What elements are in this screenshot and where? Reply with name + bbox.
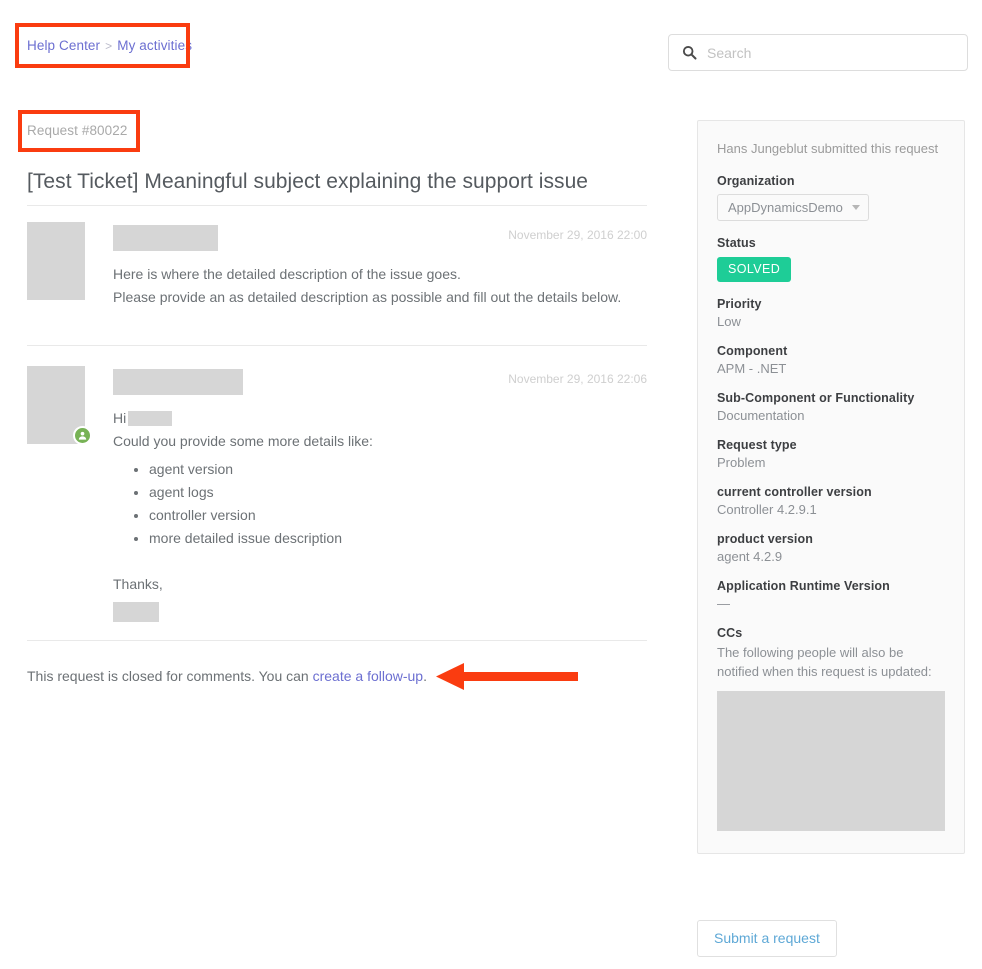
field-label: Organization [717, 174, 795, 188]
submitter-line: Hans Jungeblut submitted this request [717, 141, 939, 156]
request-page: Help Center > My activities Request #80022… [0, 0, 982, 969]
field-organization: Organization AppDynamicsDemo [717, 174, 945, 221]
search-icon [682, 45, 697, 60]
field-ccs: CCs The following people will also be no… [717, 626, 945, 831]
list-item: agent version [149, 458, 647, 481]
detail-request-list: agent version agent logs controller vers… [113, 458, 647, 550]
field-sub-component: Sub-Component or Functionality Documenta… [717, 391, 945, 423]
chevron-down-icon [851, 205, 860, 210]
organization-selected-value: AppDynamicsDemo [728, 200, 843, 215]
field-value: Controller 4.2.9.1 [717, 502, 817, 517]
field-label: Status [717, 236, 756, 250]
divider-middle [27, 345, 647, 346]
comment-line: Here is where the detailed description o… [113, 266, 461, 282]
signature-redacted [113, 602, 159, 622]
agent-badge-icon [73, 426, 92, 445]
field-current-controller-version: current controller version Controller 4.… [717, 485, 945, 517]
request-id-label: Request #80022 [27, 123, 128, 138]
search-input[interactable] [707, 36, 957, 69]
avatar [27, 222, 85, 300]
field-label: current controller version [717, 485, 872, 499]
comment-timestamp: November 29, 2016 22:06 [508, 372, 647, 386]
organization-select[interactable]: AppDynamicsDemo [717, 194, 869, 221]
request-details-panel: Hans Jungeblut submitted this request Or… [697, 120, 965, 854]
field-product-version: product version agent 4.2.9 [717, 532, 945, 564]
field-value: Low [717, 314, 741, 329]
field-label: product version [717, 532, 813, 546]
breadcrumb-separator: > [105, 39, 113, 53]
field-label: Priority [717, 297, 762, 311]
comment-greeting-line: Hi [113, 407, 647, 430]
field-label: CCs [717, 626, 743, 640]
field-label: Component [717, 344, 788, 358]
divider-bottom [27, 640, 647, 641]
main-content-column: Help Center > My activities Request #80022… [0, 0, 660, 969]
submit-a-request-button[interactable]: Submit a request [697, 920, 837, 957]
comment-timestamp: November 29, 2016 22:00 [508, 228, 647, 242]
field-value: — [717, 596, 730, 611]
field-status: Status SOLVED [717, 236, 945, 282]
field-label: Sub-Component or Functionality [717, 391, 915, 405]
field-value: Documentation [717, 408, 805, 423]
create-follow-up-link[interactable]: create a follow-up [313, 668, 424, 684]
field-value: agent 4.2.9 [717, 549, 783, 564]
breadcrumb-link-help-center[interactable]: Help Center [27, 38, 100, 53]
author-name-redacted [113, 225, 218, 251]
list-item: agent logs [149, 481, 647, 504]
field-label: Application Runtime Version [717, 579, 890, 593]
closed-note-text-after: . [423, 668, 427, 684]
status-badge: SOLVED [717, 257, 792, 282]
comment-closing: Thanks, [113, 576, 163, 592]
ccs-note: The following people will also be notifi… [717, 645, 932, 679]
author-name-redacted [113, 369, 243, 395]
comment-line: Could you provide some more details like… [113, 433, 373, 449]
sidebar-column: Hans Jungeblut submitted this request Or… [660, 0, 982, 969]
page-title: [Test Ticket] Meaningful subject explain… [27, 170, 589, 194]
field-value: APM - .NET [717, 361, 787, 376]
comment-line: Please provide an as detailed descriptio… [113, 289, 622, 305]
recipient-name-redacted [128, 411, 173, 426]
search-box[interactable] [668, 34, 968, 71]
breadcrumb: Help Center > My activities [27, 38, 192, 53]
field-label: Request type [717, 438, 797, 452]
field-priority: Priority Low [717, 297, 945, 329]
comment-greeting: Hi [113, 410, 127, 426]
breadcrumb-link-my-activities[interactable]: My activities [117, 38, 192, 53]
divider-top [27, 205, 647, 206]
closed-note-text-before: This request is closed for comments. You… [27, 668, 313, 684]
list-item: more detailed issue description [149, 527, 647, 550]
list-item: controller version [149, 504, 647, 527]
field-request-type: Request type Problem [717, 438, 945, 470]
closed-for-comments-note: This request is closed for comments. You… [27, 668, 427, 684]
field-component: Component APM - .NET [717, 344, 945, 376]
comment-body: Hi Could you provide some more details l… [113, 407, 647, 622]
field-application-runtime-version: Application Runtime Version — [717, 579, 945, 611]
ccs-list-redacted [717, 691, 945, 831]
comment-body: Here is where the detailed description o… [113, 263, 647, 309]
field-value: Problem [717, 455, 766, 470]
